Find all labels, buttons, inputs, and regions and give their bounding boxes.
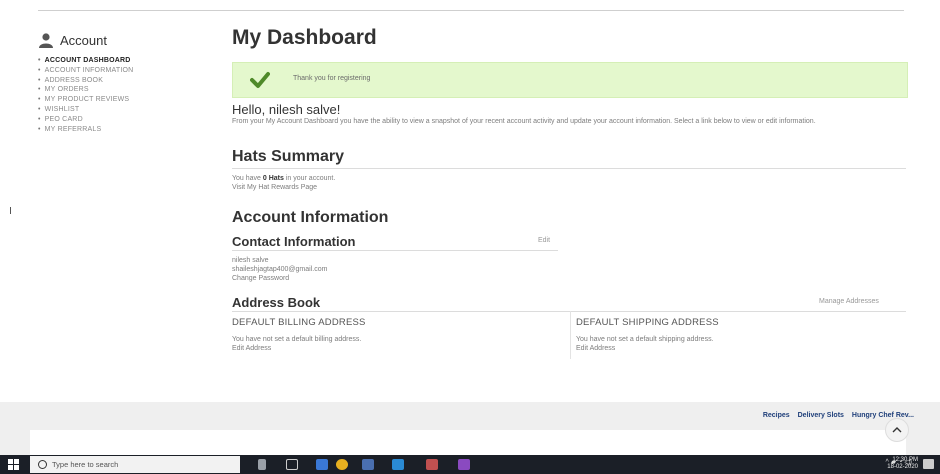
footer-links: Recipes Delivery Slots Hungry Chef Rev..…: [757, 412, 914, 419]
success-message: Thank you for registering: [293, 75, 371, 82]
sidebar-item-my-product-reviews[interactable]: MY PRODUCT REVIEWS: [38, 95, 188, 105]
hats-count-line: You have 0 Hats in your account.: [232, 175, 336, 182]
sidebar-item-address-book[interactable]: ADDRESS BOOK: [38, 76, 188, 86]
ssms-app-icon[interactable]: [426, 459, 438, 470]
sidebar-nav: ACCOUNT DASHBOARD ACCOUNT INFORMATION AD…: [38, 56, 188, 134]
billing-address-title: DEFAULT BILLING ADDRESS: [232, 317, 366, 328]
shipping-address-text: You have not set a default shipping addr…: [576, 336, 714, 343]
taskbar-search-box[interactable]: Type here to search: [30, 456, 240, 473]
notification-center-icon[interactable]: [923, 459, 934, 469]
page-title: My Dashboard: [232, 26, 377, 49]
address-column-divider: [570, 311, 571, 359]
scroll-to-top-button[interactable]: [885, 418, 909, 442]
sidebar-header: Account: [38, 32, 188, 48]
manage-addresses-link[interactable]: Manage Addresses: [819, 298, 879, 305]
address-book-heading: Address Book: [232, 295, 321, 310]
taskbar-search-placeholder: Type here to search: [52, 460, 119, 469]
footer-link-delivery-slots[interactable]: Delivery Slots: [798, 412, 844, 419]
hat-rewards-link[interactable]: Visit My Hat Rewards Page: [232, 183, 317, 192]
account-sidebar: Account ACCOUNT DASHBOARD ACCOUNT INFORM…: [38, 32, 188, 134]
footer-link-recipes[interactable]: Recipes: [763, 412, 790, 419]
chrome-app-icon[interactable]: [336, 459, 348, 470]
contact-divider: [232, 250, 558, 251]
sidebar-item-my-orders[interactable]: MY ORDERS: [38, 85, 188, 95]
shipping-address-title: DEFAULT SHIPPING ADDRESS: [576, 317, 719, 328]
hats-divider: [232, 168, 906, 169]
sidebar-item-wishlist[interactable]: WISHLIST: [38, 105, 188, 115]
visual-studio-icon[interactable]: [458, 459, 470, 470]
windows-start-icon[interactable]: [8, 459, 19, 470]
account-information-heading: Account Information: [232, 209, 389, 226]
text-cursor: [10, 207, 11, 214]
chevron-up-icon: [892, 427, 902, 433]
contact-edit-link[interactable]: Edit: [538, 237, 550, 244]
change-password-link[interactable]: Change Password: [232, 274, 289, 283]
page-footer: Recipes Delivery Slots Hungry Chef Rev..…: [0, 402, 940, 455]
billing-address-text: You have not set a default billing addre…: [232, 336, 362, 343]
task-view-icon[interactable]: [286, 459, 298, 470]
shipping-edit-link[interactable]: Edit Address: [576, 344, 615, 353]
footer-link-hungry-chef[interactable]: Hungry Chef Rev...: [852, 412, 914, 419]
contact-information-heading: Contact Information: [232, 234, 356, 249]
sidebar-item-my-referrals[interactable]: MY REFERRALS: [38, 125, 188, 135]
address-book-divider: [232, 311, 906, 312]
sidebar-item-peo-card[interactable]: PEO CARD: [38, 115, 188, 125]
hats-summary-heading: Hats Summary: [232, 148, 345, 165]
search-icon: [38, 460, 47, 469]
greeting: Hello, nilesh salve!: [232, 102, 341, 117]
dashboard-main: My Dashboard Thank you for registering H…: [232, 24, 908, 359]
contact-name: nilesh salve: [232, 257, 269, 264]
user-icon: [39, 33, 53, 48]
sidebar-item-account-information[interactable]: ACCOUNT INFORMATION: [38, 66, 188, 76]
microphone-icon[interactable]: [258, 459, 266, 470]
top-divider: [38, 10, 904, 11]
taskbar-time: 12:30 PM: [892, 457, 918, 463]
sidebar-title: Account: [60, 32, 107, 48]
hats-count: 0 Hats: [262, 175, 284, 182]
taskbar-clock[interactable]: 12:30 PM 18-02-2020: [887, 457, 918, 471]
footer-panel: [30, 430, 906, 455]
taskbar-date: 18-02-2020: [887, 464, 918, 470]
success-message-box: Thank you for registering: [232, 62, 908, 98]
billing-edit-link[interactable]: Edit Address: [232, 344, 271, 353]
windows-taskbar: Type here to search ^ ▰ ◔ ◁) 12:30 PM 18…: [0, 455, 940, 474]
checkmark-icon: [250, 72, 270, 88]
sidebar-item-account-dashboard[interactable]: ACCOUNT DASHBOARD: [38, 56, 188, 66]
contact-email: shaileshjagtap400@gmail.com: [232, 266, 328, 273]
visual-studio-code-icon[interactable]: [392, 459, 404, 470]
file-explorer-icon[interactable]: [362, 459, 374, 470]
intro-text: From your My Account Dashboard you have …: [232, 118, 816, 125]
word-app-icon[interactable]: [316, 459, 328, 470]
